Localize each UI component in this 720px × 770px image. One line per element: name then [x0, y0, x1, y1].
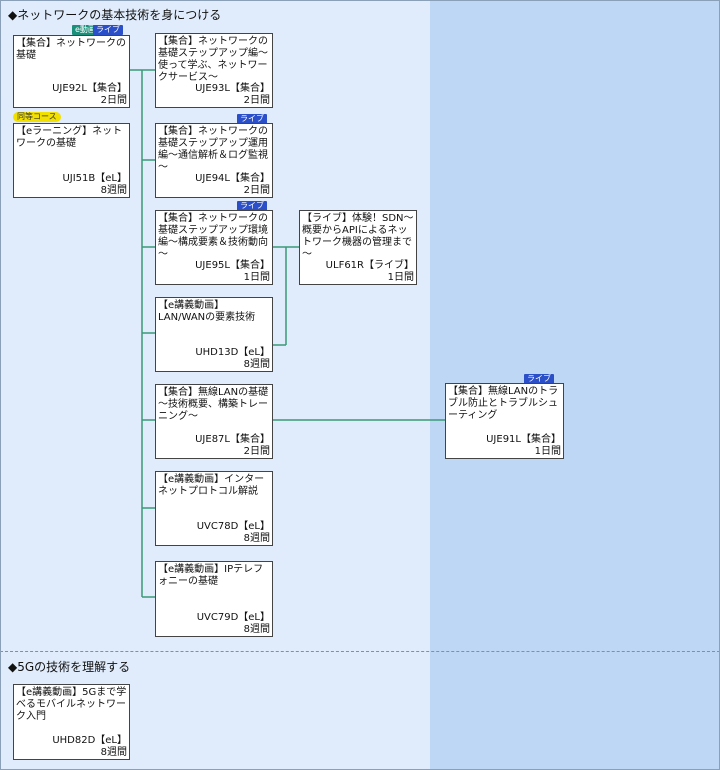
course-duration: 2日間	[243, 185, 270, 196]
course-title: 【集合】ネットワークの基礎	[16, 38, 126, 61]
course-card-uje92l[interactable]: 【集合】ネットワークの基礎 UJE92L【集合】 2日間	[13, 35, 130, 108]
course-title: 【e講義動画】IPテレフォニーの基礎	[158, 564, 264, 587]
course-title: 【ライブ】体験！SDN～概要からAPIによるネットワーク機器の管理まで～	[302, 213, 414, 260]
course-title: 【e講義動画】LAN/WANの要素技術	[158, 300, 256, 323]
course-card-uhd13d[interactable]: 【e講義動画】LAN/WANの要素技術 UHD13D【eL】 8週間	[155, 297, 273, 372]
course-duration: 8週間	[100, 185, 127, 196]
section-divider	[0, 651, 720, 652]
course-code: ULF61R【ライブ】	[325, 260, 414, 271]
course-card-uje87l[interactable]: 【集合】無線LANの基礎～技術概要、構築トレーニング～ UJE87L【集合】 2…	[155, 384, 273, 459]
course-title: 【e講義動画】インターネットプロトコル解説	[158, 474, 265, 497]
course-code: UJE94L【集合】	[195, 173, 270, 184]
course-code: UHD13D【eL】	[195, 347, 270, 358]
course-duration: 8週間	[243, 533, 270, 544]
badge-equivalent-course: 同等コース	[13, 112, 61, 122]
course-code: UVC79D【eL】	[196, 612, 270, 623]
course-title: 【集合】ネットワークの基礎ステップアップ運用編～通信解析＆ログ監視～	[158, 126, 268, 173]
connector-lines	[129, 69, 445, 598]
course-title: 【集合】ネットワークの基礎ステップアップ環境編～構成要素＆技術動向～	[158, 213, 268, 260]
section-title-5g: ◆5Gの技術を理解する	[8, 660, 131, 674]
course-duration: 1日間	[534, 446, 561, 457]
course-duration: 8週間	[100, 747, 127, 758]
course-title: 【集合】無線LANのトラブル防止とトラブルシューティング	[448, 386, 559, 421]
course-duration: 8週間	[243, 624, 270, 635]
course-card-uje91l[interactable]: 【集合】無線LANのトラブル防止とトラブルシューティング UJE91L【集合】 …	[445, 383, 564, 459]
course-code: UVC78D【eL】	[196, 521, 270, 532]
course-title: 【集合】ネットワークの基礎ステップアップ編～使って学ぶ、ネットワークサービス～	[158, 36, 268, 83]
course-card-ulf61r[interactable]: 【ライブ】体験！SDN～概要からAPIによるネットワーク機器の管理まで～ ULF…	[299, 210, 417, 285]
course-code: UJI51B【eL】	[62, 173, 127, 184]
course-code: UJE95L【集合】	[195, 260, 270, 271]
course-duration: 8週間	[243, 359, 270, 370]
course-code: UJE87L【集合】	[195, 434, 270, 445]
course-duration: 1日間	[243, 272, 270, 283]
course-duration: 2日間	[100, 95, 127, 106]
badge-live: ライブ	[93, 25, 123, 35]
course-card-uje94l[interactable]: 【集合】ネットワークの基礎ステップアップ運用編～通信解析＆ログ監視～ UJE94…	[155, 123, 273, 198]
course-code: UJE93L【集合】	[195, 83, 270, 94]
section-title-network-basics: ◆ネットワークの基本技術を身につける	[8, 8, 222, 22]
course-title: 【e講義動画】5Gまで学べるモバイルネットワーク入門	[16, 687, 127, 722]
course-title: 【eラーニング】ネットワークの基礎	[16, 126, 123, 149]
course-code: UJE91L【集合】	[486, 434, 561, 445]
course-duration: 2日間	[243, 95, 270, 106]
course-code: UJE92L【集合】	[52, 83, 127, 94]
course-title: 【集合】無線LANの基礎～技術概要、構築トレーニング～	[158, 387, 269, 422]
course-card-uje93l[interactable]: 【集合】ネットワークの基礎ステップアップ編～使って学ぶ、ネットワークサービス～ …	[155, 33, 273, 108]
course-card-uji51b[interactable]: 【eラーニング】ネットワークの基礎 UJI51B【eL】 8週間	[13, 123, 130, 198]
course-card-uvc79d[interactable]: 【e講義動画】IPテレフォニーの基礎 UVC79D【eL】 8週間	[155, 561, 273, 637]
course-card-uvc78d[interactable]: 【e講義動画】インターネットプロトコル解説 UVC78D【eL】 8週間	[155, 471, 273, 546]
course-duration: 1日間	[387, 272, 414, 283]
course-code: UHD82D【eL】	[52, 735, 127, 746]
course-duration: 2日間	[243, 446, 270, 457]
course-card-uhd82d[interactable]: 【e講義動画】5Gまで学べるモバイルネットワーク入門 UHD82D【eL】 8週…	[13, 684, 130, 760]
course-card-uje95l[interactable]: 【集合】ネットワークの基礎ステップアップ環境編～構成要素＆技術動向～ UJE95…	[155, 210, 273, 285]
